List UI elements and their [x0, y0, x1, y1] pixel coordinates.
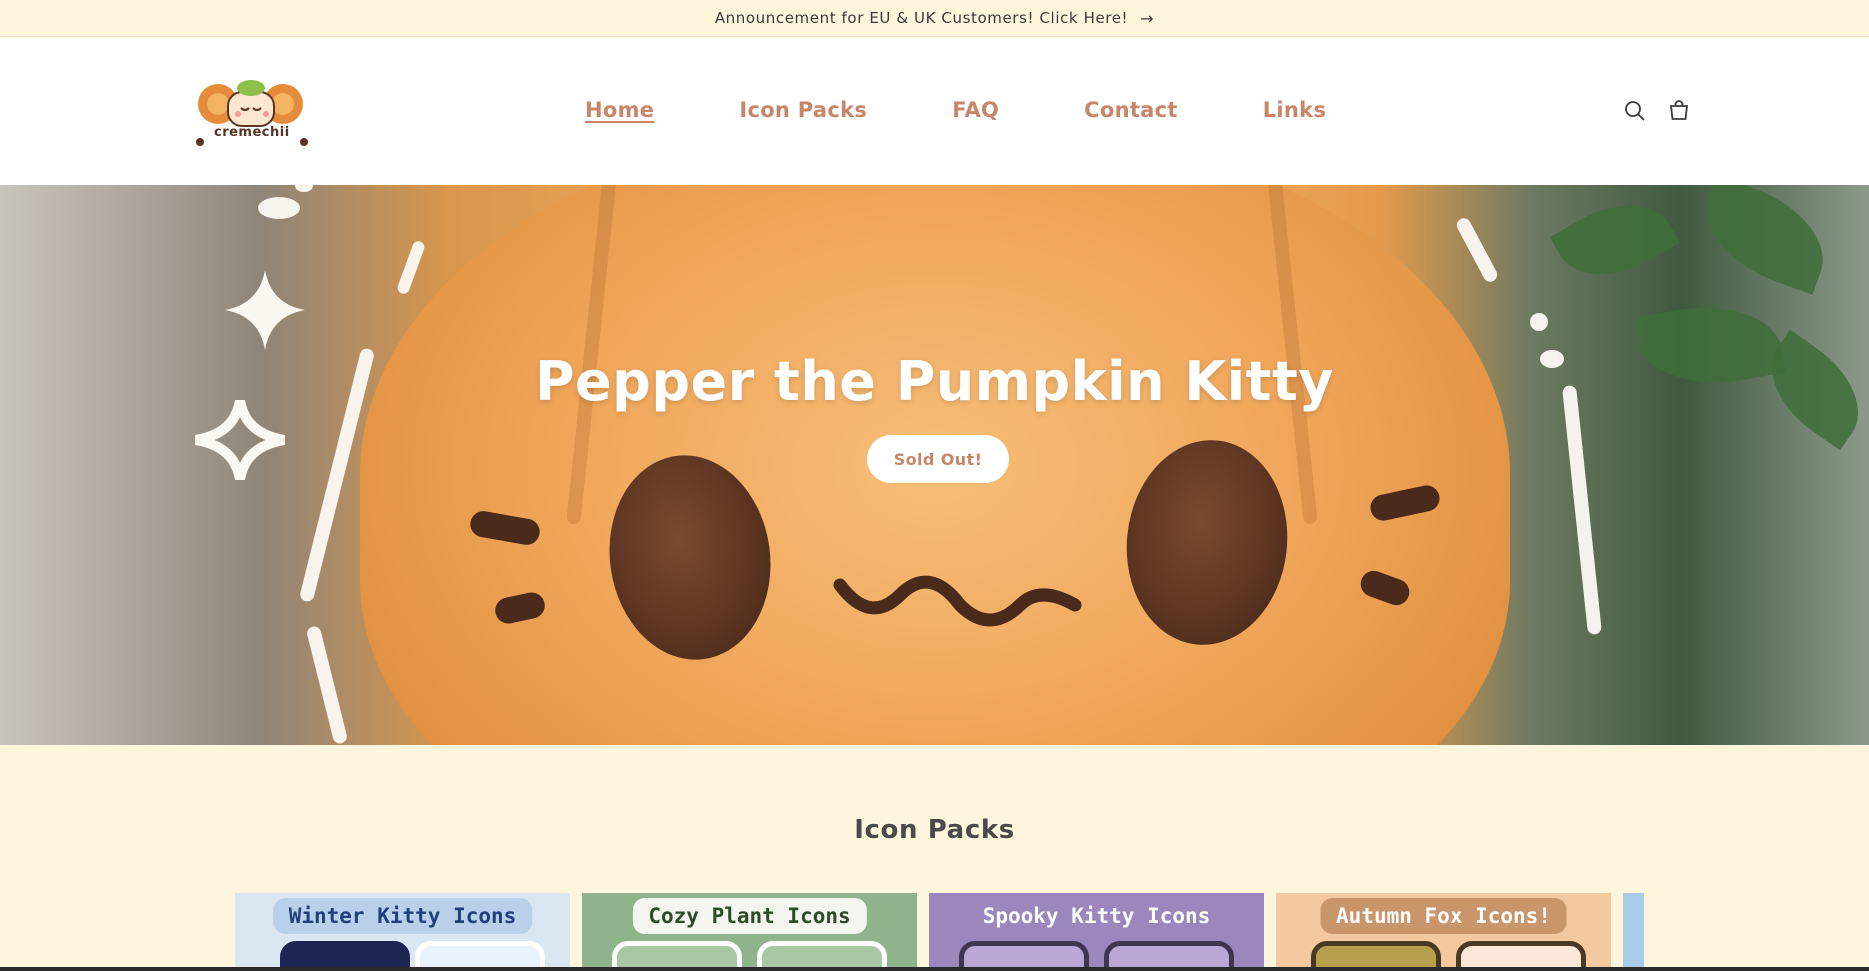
sparkle-dot	[258, 197, 300, 219]
hero-banner[interactable]: Pepper the Pumpkin Kitty Sold Out!	[0, 185, 1869, 745]
plush-mouth	[833, 575, 1082, 627]
card-spooky-kitty[interactable]: Spooky Kitty Icons	[929, 893, 1264, 971]
card-partial[interactable]	[1623, 893, 1644, 971]
window-bottom-edge	[0, 967, 1869, 971]
announcement-bar[interactable]: Announcement for EU & UK Customers! Clic…	[0, 0, 1869, 37]
card-autumn-fox[interactable]: Autumn Fox Icons!	[1276, 893, 1611, 971]
leaf-decoration	[1549, 185, 1681, 298]
logo-illustration	[196, 80, 308, 146]
main-nav: Home Icon Packs FAQ Contact Links	[585, 98, 1326, 122]
nav-links[interactable]: Links	[1263, 98, 1327, 122]
doodle-stroke	[1454, 215, 1500, 285]
announcement-text[interactable]: Announcement for EU & UK Customers! Clic…	[715, 9, 1128, 27]
sparkle-dot	[295, 185, 313, 192]
card-label: Spooky Kitty Icons	[966, 898, 1227, 934]
search-icon[interactable]	[1623, 99, 1647, 123]
nav-faq[interactable]: FAQ	[952, 98, 999, 122]
section-title: Icon Packs	[854, 815, 1015, 845]
card-label: Autumn Fox Icons!	[1320, 898, 1567, 934]
site-header: cremechii Home Icon Packs FAQ Contact Li…	[0, 38, 1869, 185]
brand-logo[interactable]: cremechii	[188, 72, 318, 152]
arrow-right-icon: →	[1140, 8, 1155, 28]
leaf-decoration	[1690, 185, 1840, 295]
brand-name: cremechii	[214, 125, 290, 140]
card-label: Winter Kitty Icons	[272, 898, 533, 934]
card-winter-kitty[interactable]: Winter Kitty Icons	[235, 893, 570, 971]
nav-home[interactable]: Home	[585, 98, 654, 122]
card-cozy-plant[interactable]: Cozy Plant Icons	[582, 893, 917, 971]
doodle-stroke	[1561, 384, 1603, 636]
sparkle-dot	[1530, 313, 1548, 331]
sold-out-button[interactable]: Sold Out!	[867, 435, 1009, 483]
nav-icon-packs[interactable]: Icon Packs	[739, 98, 867, 122]
doodle-stroke	[395, 239, 427, 296]
icon-packs-carousel: Winter Kitty Icons Cozy Plant Icons Spoo…	[235, 893, 1644, 971]
nav-contact[interactable]: Contact	[1084, 98, 1178, 122]
card-label: Cozy Plant Icons	[632, 898, 867, 934]
doodle-stroke	[305, 625, 349, 745]
sparkle-icon	[225, 270, 305, 350]
hero-title: Pepper the Pumpkin Kitty	[534, 350, 1335, 413]
cart-icon[interactable]	[1667, 99, 1691, 123]
